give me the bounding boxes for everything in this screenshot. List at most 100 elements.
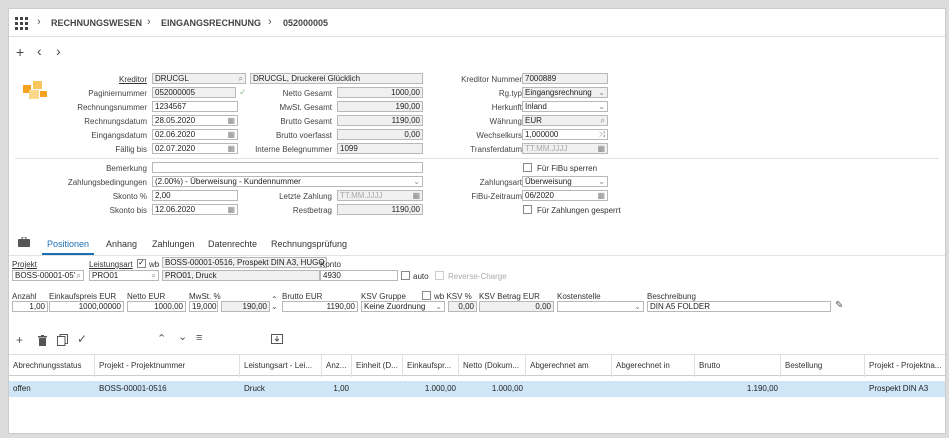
rgtyp-select[interactable]: Eingangsrechnung ⌄ <box>522 87 608 98</box>
search-icon[interactable]: ⌕ <box>152 271 156 280</box>
brutto-eur-field[interactable]: 1190,00 <box>282 301 358 312</box>
col-einkaufspreis[interactable]: Einkaufspr... <box>403 355 459 377</box>
table-header: Abrechnungsstatus Projekt - Projektnumme… <box>9 354 945 377</box>
zahlungen-gesperrt-checkbox[interactable] <box>523 205 532 214</box>
col-einheit[interactable]: Einheit (D... <box>352 355 403 377</box>
cell-brutto: 1.190,00 <box>746 384 778 393</box>
back-icon[interactable]: ‹ <box>37 43 42 59</box>
delete-icon[interactable] <box>38 335 47 348</box>
netto-eur-label: Netto EUR <box>127 292 166 301</box>
breadcrumb: › RECHNUNGSWESEN › EINGANGSRECHNUNG › 05… <box>9 9 945 37</box>
chevron-down-icon: ⌄ <box>435 302 442 311</box>
col-abgerechnet-am[interactable]: Abgerechnet am <box>526 355 612 377</box>
konto-field[interactable]: 4930 <box>320 270 398 281</box>
wechselkurs-field[interactable]: 1,000000 ⤨ <box>522 129 608 140</box>
breadcrumb-rechnungswesen[interactable]: RECHNUNGSWESEN <box>51 18 142 28</box>
auto-checkbox[interactable] <box>401 271 410 280</box>
wb-ksv-checkbox[interactable] <box>422 291 431 300</box>
reverse-charge-checkbox[interactable] <box>435 271 444 280</box>
search-icon[interactable]: ⌕ <box>239 74 243 83</box>
col-brutto[interactable]: Brutto <box>695 355 781 377</box>
move-down-icon[interactable]: ⌄ <box>178 330 187 343</box>
shuffle-icon[interactable]: ⤨ <box>599 130 605 139</box>
stepper-icon[interactable]: ⌃ ⌄ <box>271 296 278 311</box>
confirm-check-icon[interactable]: ✓ <box>77 332 87 346</box>
wb-ksv-field: 0,00 <box>448 301 477 312</box>
search-icon[interactable]: ⌕ <box>77 271 81 280</box>
restbetrag-field: 1190,00 <box>337 204 423 215</box>
col-projekt-nummer[interactable]: Projekt - Projektnummer <box>95 355 240 377</box>
tab-anhang[interactable]: Anhang <box>106 233 137 255</box>
tab-datenrechte[interactable]: Datenrechte <box>208 233 257 255</box>
bemerkung-field[interactable] <box>152 162 423 173</box>
add-icon[interactable]: + <box>16 44 24 60</box>
breadcrumb-eingangsrechnung[interactable]: EINGANGSRECHNUNG <box>161 18 261 28</box>
zahlungsart-select[interactable]: Überweisung ⌄ <box>522 176 608 187</box>
projekt-label[interactable]: Projekt <box>12 260 37 269</box>
herkunft-select[interactable]: Inland ⌄ <box>522 101 608 112</box>
table-row[interactable]: offen BOSS-00001-0516 Druck 1,00 1.000,0… <box>9 381 945 397</box>
check-icon: ✓ <box>239 87 247 97</box>
calendar-icon[interactable]: ▦ <box>227 116 235 125</box>
skonto-field[interactable]: 2,00 <box>152 190 238 201</box>
calendar-icon[interactable]: ▦ <box>597 191 605 200</box>
anzahl-field[interactable]: 1,00 <box>12 301 48 312</box>
kreditor-nummer-field: 7000889 <box>522 73 608 84</box>
chevron-right-icon: › <box>37 16 41 28</box>
netto-eur-field[interactable]: 1000,00 <box>127 301 186 312</box>
copy-icon[interactable] <box>57 334 68 348</box>
edit-pencil-icon[interactable]: ✎ <box>835 300 843 311</box>
fibu-sperren-checkbox[interactable] <box>523 163 532 172</box>
col-leistungsart[interactable]: Leistungsart - Lei... <box>240 355 322 377</box>
menu-lines-icon[interactable]: ≡ <box>196 332 202 344</box>
kostenstelle-label: Kostenstelle <box>557 292 601 301</box>
zahlungsart-label: Zahlungsart <box>479 178 522 187</box>
rechnungsdatum-field[interactable]: 28.05.2020 ▦ <box>152 115 238 126</box>
wb-label: wb <box>149 260 160 269</box>
ksv-gruppe-select[interactable]: Keine Zuordnung ⌄ <box>361 301 445 312</box>
einkaufspreis-field[interactable]: 1000,00000 <box>49 301 124 312</box>
waehrung-field[interactable]: EUR ⌕ <box>522 115 608 126</box>
move-up-icon[interactable]: ⌃ <box>157 332 166 345</box>
kreditor-label[interactable]: Kreditor <box>119 74 147 85</box>
kostenstelle-select[interactable]: ⌄ <box>557 301 644 312</box>
col-anzahl[interactable]: Anz... <box>322 355 352 377</box>
beschreibung-field[interactable]: DIN A5 FOLDER <box>647 301 831 312</box>
kreditor-field[interactable]: DRUCGL ⌕ <box>152 73 246 84</box>
tab-rechnungspruefung[interactable]: Rechnungsprüfung <box>271 233 347 255</box>
netto-gesamt-field: 1000,00 <box>337 87 423 98</box>
zahlungsbedingungen-select[interactable]: (2.00%) - Überweisung - Kundennummer ⌄ <box>152 176 423 187</box>
mwst-percent-field[interactable]: 19,000 <box>189 301 218 312</box>
rgtyp-label: Rg.typ <box>498 89 522 98</box>
calendar-icon: ▦ <box>597 144 605 153</box>
tab-zahlungen[interactable]: Zahlungen <box>152 233 195 255</box>
col-abgerechnet-in[interactable]: Abgerechnet in <box>612 355 695 377</box>
tab-positionen[interactable]: Positionen <box>42 233 95 255</box>
col-netto[interactable]: Netto (Dokum... <box>459 355 526 377</box>
leistungsart-field[interactable]: PRO01 ⌕ <box>89 270 159 281</box>
zahlungsbedingungen-label: Zahlungsbedingungen <box>67 178 147 187</box>
briefcase-icon[interactable] <box>18 236 30 247</box>
calendar-icon[interactable]: ▦ <box>227 144 235 153</box>
wb-checkbox[interactable] <box>137 258 146 268</box>
add-row-icon[interactable]: + <box>16 333 23 347</box>
leistungsart-label[interactable]: Leistungsart <box>89 260 133 269</box>
forward-icon[interactable]: › <box>56 43 61 59</box>
col-projekt-name[interactable]: Projekt - Projektna... <box>865 355 945 377</box>
rechnungsnummer-field[interactable]: 1234567 <box>152 101 238 112</box>
skonto-bis-field[interactable]: 12.06.2020 ▦ <box>152 204 238 215</box>
positions-table: Abrechnungsstatus Projekt - Projektnumme… <box>9 354 945 414</box>
projekt-field[interactable]: BOSS-00001-05' ⌕ <box>12 270 84 281</box>
export-icon[interactable] <box>271 334 283 346</box>
apps-grid-icon[interactable] <box>15 17 28 30</box>
calendar-icon[interactable]: ▦ <box>227 130 235 139</box>
col-bestellung[interactable]: Bestellung <box>781 355 865 377</box>
search-icon[interactable]: ⌕ <box>601 116 605 125</box>
paginiernummer-field: 052000005 <box>152 87 236 98</box>
fibu-zeitraum-field[interactable]: 06/2020 ▦ <box>522 190 608 201</box>
eingangsdatum-field[interactable]: 02.06.2020 ▦ <box>152 129 238 140</box>
col-abrechnungsstatus[interactable]: Abrechnungsstatus <box>9 355 95 377</box>
transferdatum-label: Transferdatum <box>470 145 522 154</box>
faellig-field[interactable]: 02.07.2020 ▦ <box>152 143 238 154</box>
calendar-icon[interactable]: ▦ <box>227 205 235 214</box>
